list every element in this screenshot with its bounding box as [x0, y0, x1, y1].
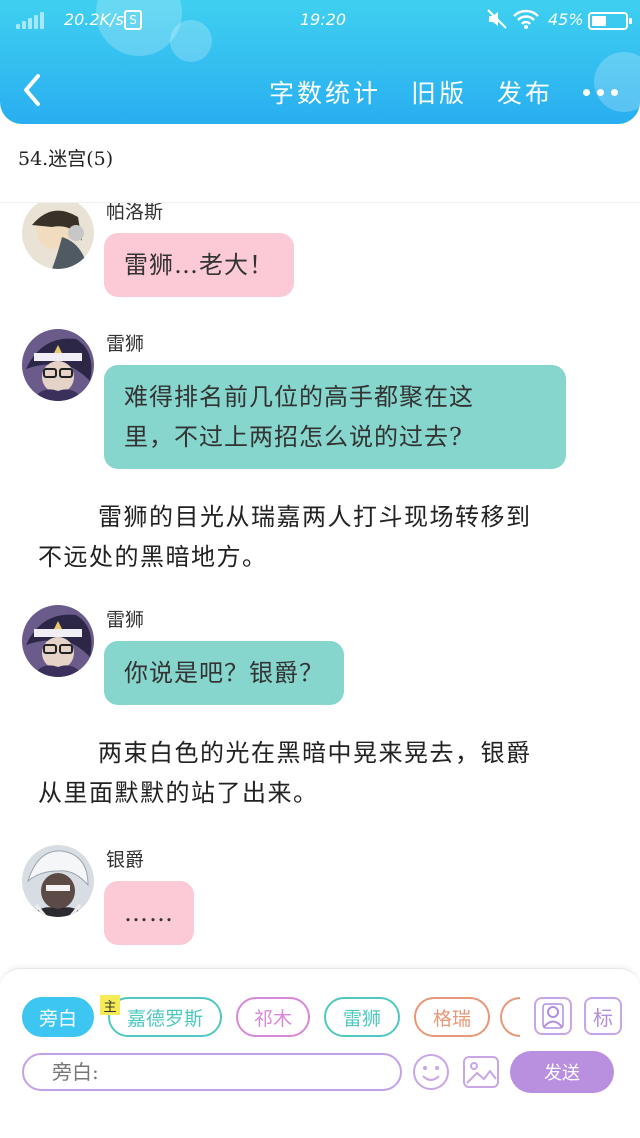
speaker-name: 雷狮	[106, 333, 145, 355]
network-speed: 20.2K/s	[64, 10, 124, 29]
battery-percent: 45%	[548, 10, 584, 29]
message-text: 难得排名前几位的高手都聚在这	[124, 383, 474, 411]
message-input-wrapper[interactable]	[22, 1053, 402, 1091]
narration-text: 从里面默默的站了出来。	[38, 779, 319, 807]
narration-text: 不远处的黑暗地方。	[38, 543, 268, 571]
old-version-button[interactable]: 旧版	[411, 74, 467, 110]
avatar-yinjue[interactable]	[22, 845, 94, 917]
speaker-name: 雷狮	[106, 609, 145, 631]
battery-level	[592, 16, 606, 26]
publish-button[interactable]: 发布	[497, 74, 553, 110]
character-chip-leishi[interactable]: 雷狮	[324, 997, 400, 1037]
chip-label: 雷狮	[342, 1007, 381, 1030]
chat-content[interactable]: 帕洛斯 雷狮…老大！ 雷狮 难得排名前几位的高手都聚在这 里，不过上两招怎么说的…	[0, 203, 640, 968]
message-text: 里，不过上两招怎么说的过去?	[124, 423, 463, 451]
word-count-button[interactable]: 字数统计	[269, 74, 381, 110]
character-chip-partial[interactable]	[500, 997, 520, 1037]
chevron-left-icon	[24, 74, 40, 106]
image-icon	[463, 1056, 499, 1088]
header-actions: 字数统计 旧版 发布	[269, 72, 640, 112]
clock: 19:20	[300, 10, 347, 29]
app-header: 20.2K/s S 19:20 45% 字数统计 旧版 发布	[0, 0, 640, 124]
chip-label: 格瑞	[432, 1007, 471, 1030]
character-chip-narrator[interactable]: 旁白	[22, 997, 94, 1037]
avatar-leishi[interactable]	[22, 605, 94, 677]
character-chip-gerui[interactable]: 格瑞	[414, 997, 490, 1037]
chip-label: 旁白	[38, 1007, 77, 1030]
image-button[interactable]	[462, 1053, 500, 1091]
character-manage-button[interactable]	[534, 997, 572, 1035]
mark-button[interactable]: 标	[584, 997, 622, 1035]
sim-icon: S	[124, 10, 142, 30]
smiley-icon	[413, 1054, 449, 1090]
message-text: 雷狮…老大！	[124, 251, 274, 279]
character-chip-qimu[interactable]: 祁木	[236, 997, 310, 1037]
more-dots-icon[interactable]	[583, 88, 618, 96]
avatar-leishi[interactable]	[22, 329, 94, 401]
chapter-title[interactable]: 54.迷宫(5)	[18, 144, 113, 171]
character-chip-jiadeluosi[interactable]: 嘉德罗斯	[108, 997, 222, 1037]
send-button[interactable]: 发送	[510, 1051, 614, 1093]
mute-icon	[486, 8, 508, 35]
message-bubble[interactable]: 雷狮…老大！	[104, 233, 294, 297]
narration-paragraph[interactable]: 雷狮的目光从瑞嘉两人打斗现场转移到 不远处的黑暗地方。	[38, 497, 598, 577]
chip-label: 祁木	[253, 1007, 292, 1030]
status-bar: 20.2K/s S 19:20 45%	[0, 0, 640, 40]
narration-paragraph[interactable]: 两束白色的光在黑暗中晃来晃去，银爵 从里面默默的站了出来。	[38, 733, 598, 813]
message-bubble[interactable]: 你说是吧？银爵？	[104, 641, 344, 705]
mark-label: 标	[593, 1005, 613, 1030]
emoji-button[interactable]	[412, 1053, 450, 1091]
message-bubble[interactable]: 难得排名前几位的高手都聚在这 里，不过上两招怎么说的过去?	[104, 365, 566, 469]
message-bubble[interactable]: ……	[104, 881, 194, 945]
back-button[interactable]	[18, 70, 48, 110]
main-character-badge: 主	[100, 995, 120, 1015]
speaker-name: 银爵	[106, 849, 145, 871]
avatar-palos[interactable]	[22, 203, 94, 269]
narration-text: 雷狮的目光从瑞嘉两人打斗现场转移到	[98, 503, 532, 531]
speaker-name: 帕洛斯	[106, 203, 164, 223]
message-text: ……	[124, 899, 174, 927]
message-input[interactable]	[52, 1060, 400, 1084]
composer-bar: 旁白 主 嘉德罗斯 祁木 雷狮 格瑞 标 发送	[0, 968, 640, 1138]
narration-text: 两束白色的光在黑暗中晃来晃去，银爵	[98, 739, 532, 767]
wifi-icon	[512, 8, 540, 34]
person-icon	[542, 1003, 564, 1029]
signal-icon	[16, 12, 44, 29]
battery-icon	[588, 12, 632, 30]
message-text: 你说是吧？银爵？	[124, 659, 324, 687]
chip-label: 嘉德罗斯	[126, 1007, 203, 1030]
